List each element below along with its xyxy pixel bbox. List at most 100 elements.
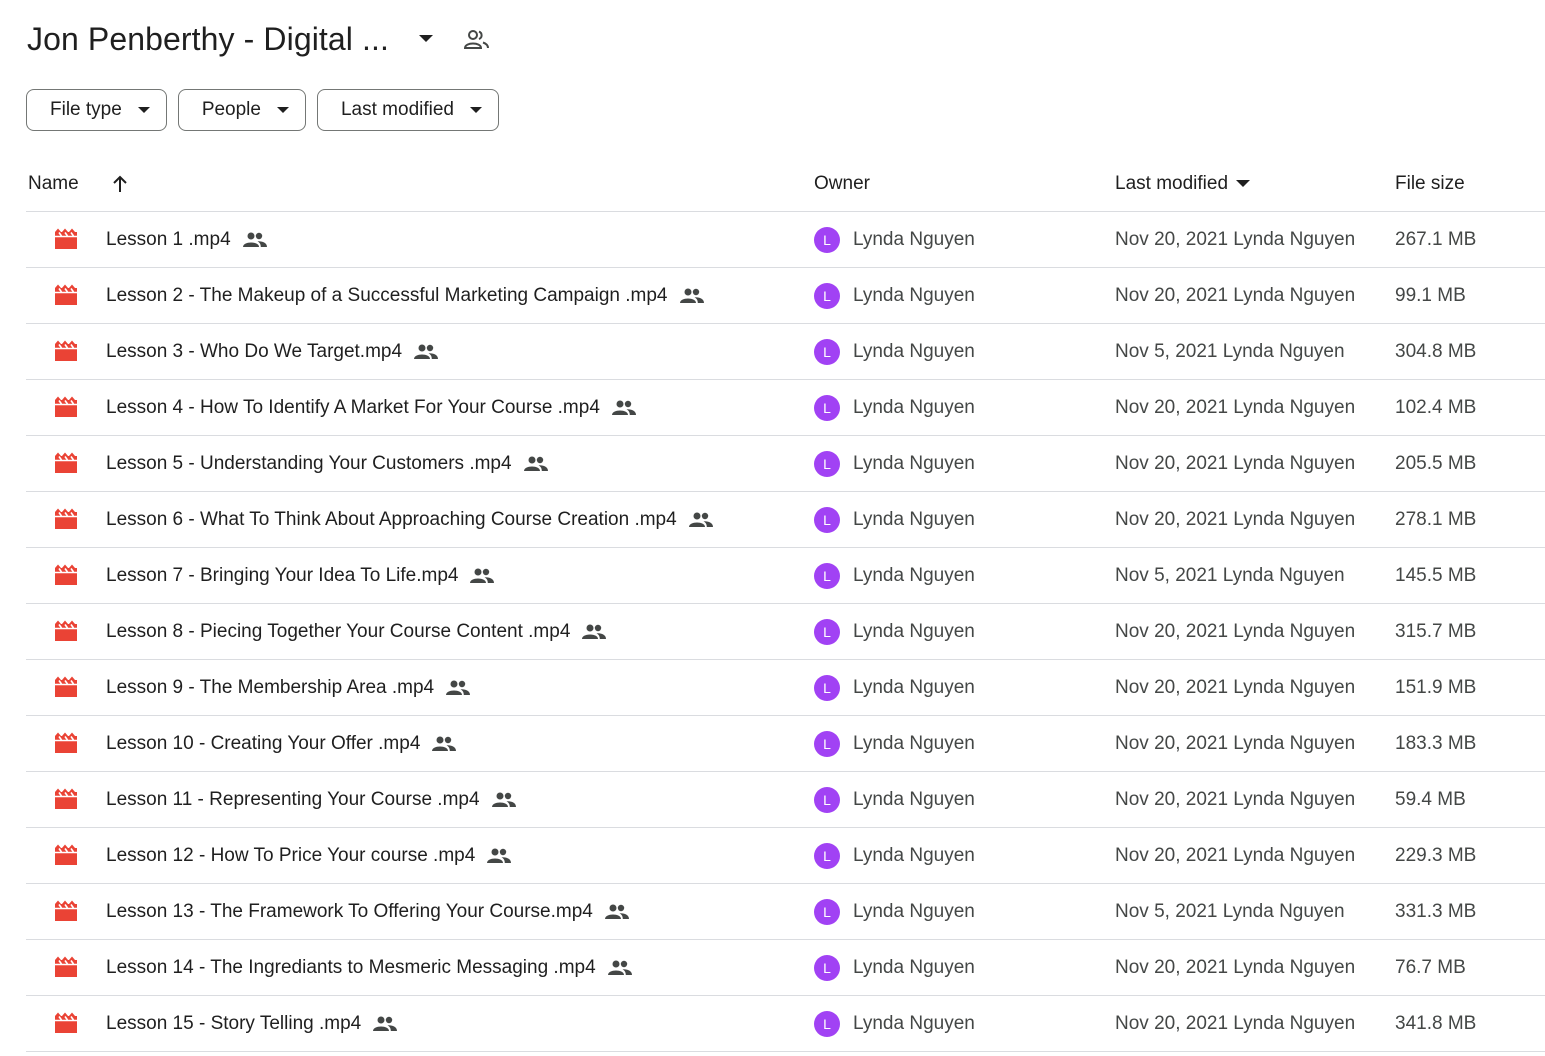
avatar[interactable]: L — [814, 506, 840, 533]
shared-people-icon — [688, 512, 713, 528]
column-header-owner[interactable]: Owner — [814, 156, 870, 211]
owner-name: Lynda Nguyen — [853, 396, 975, 418]
file-size-cell: 145.5 MB — [1395, 564, 1477, 586]
file-name: Lesson 11 - Representing Your Course .mp… — [106, 788, 480, 810]
file-size-cell: 76.7 MB — [1395, 956, 1466, 978]
file-name-cell[interactable]: Lesson 12 - How To Price Your course .mp… — [106, 828, 512, 883]
arrow-drop-down-icon[interactable] — [1236, 179, 1251, 188]
filter-bar: File type People Last modified — [26, 89, 499, 131]
filter-people[interactable]: People — [177, 89, 306, 131]
table-row[interactable]: Lesson 9 - The Membership Area .mp4 L Ly… — [26, 660, 1545, 716]
owner-cell: L Lynda Nguyen — [814, 716, 975, 771]
owner-name: Lynda Nguyen — [853, 508, 975, 530]
file-name-cell[interactable]: Lesson 10 - Creating Your Offer .mp4 — [106, 716, 457, 771]
file-name-cell[interactable]: Lesson 4 - How To Identify A Market For … — [106, 380, 636, 435]
file-name-cell[interactable]: Lesson 15 - Story Telling .mp4 — [106, 996, 398, 1051]
column-header-file-size[interactable]: File size — [1395, 156, 1465, 211]
file-size-cell: 205.5 MB — [1395, 452, 1477, 474]
column-header-last-modified[interactable]: Last modified — [1115, 156, 1251, 211]
last-modified-cell: Nov 20, 2021 Lynda Nguyen — [1115, 1012, 1356, 1034]
table-row[interactable]: Lesson 7 - Bringing Your Idea To Life.mp… — [26, 548, 1545, 604]
table-row[interactable]: Lesson 14 - The Ingrediants to Mesmeric … — [26, 940, 1545, 996]
avatar[interactable]: L — [814, 394, 840, 421]
owner-name: Lynda Nguyen — [853, 844, 975, 866]
avatar[interactable]: L — [814, 618, 840, 645]
last-modified-cell: Nov 5, 2021 Lynda Nguyen — [1115, 340, 1345, 362]
filter-label: Last modified — [340, 99, 454, 120]
arrow-drop-down-icon[interactable] — [411, 24, 441, 54]
file-name-cell[interactable]: Lesson 9 - The Membership Area .mp4 — [106, 660, 471, 715]
avatar[interactable]: L — [814, 786, 840, 813]
folder-title[interactable]: Jon Penberthy - Digital ... — [27, 21, 389, 58]
file-size-cell: 99.1 MB — [1395, 284, 1466, 306]
file-name-cell[interactable]: Lesson 8 - Piecing Together Your Course … — [106, 604, 607, 659]
table-row[interactable]: Lesson 1 .mp4 L Lynda Nguyen Nov 20, 202… — [26, 212, 1545, 268]
file-name: Lesson 6 - What To Think About Approachi… — [106, 508, 677, 530]
video-file-icon — [54, 1012, 78, 1034]
avatar[interactable]: L — [814, 898, 840, 925]
table-row[interactable]: Lesson 12 - How To Price Your course .mp… — [26, 828, 1545, 884]
owner-cell: L Lynda Nguyen — [814, 828, 975, 883]
avatar[interactable]: L — [814, 730, 840, 757]
table-row[interactable]: Lesson 15 - Story Telling .mp4 L Lynda N… — [26, 996, 1545, 1052]
shared-people-icon — [582, 624, 607, 640]
file-name-cell[interactable]: Lesson 3 - Who Do We Target.mp4 — [106, 324, 439, 379]
folder-header: Jon Penberthy - Digital ... — [27, 14, 495, 64]
avatar[interactable]: L — [814, 842, 840, 869]
owner-cell: L Lynda Nguyen — [814, 772, 975, 827]
file-name-cell[interactable]: Lesson 11 - Representing Your Course .mp… — [106, 772, 516, 827]
owner-name: Lynda Nguyen — [853, 732, 975, 754]
filter-file-type[interactable]: File type — [26, 89, 167, 131]
file-name-cell[interactable]: Lesson 13 - The Framework To Offering Yo… — [106, 884, 629, 939]
avatar[interactable]: L — [814, 562, 840, 589]
file-name-cell[interactable]: Lesson 7 - Bringing Your Idea To Life.mp… — [106, 548, 495, 603]
table-row[interactable]: Lesson 5 - Understanding Your Customers … — [26, 436, 1545, 492]
shared-folder-icon[interactable] — [459, 21, 495, 57]
table-row[interactable]: Lesson 10 - Creating Your Offer .mp4 L L… — [26, 716, 1545, 772]
column-header-name[interactable]: Name — [28, 156, 129, 211]
avatar[interactable]: L — [814, 954, 840, 981]
owner-cell: L Lynda Nguyen — [814, 604, 975, 659]
file-name-cell[interactable]: Lesson 14 - The Ingrediants to Mesmeric … — [106, 940, 632, 995]
file-size-cell: 267.1 MB — [1395, 228, 1477, 250]
file-size-cell: 229.3 MB — [1395, 844, 1477, 866]
table-row[interactable]: Lesson 4 - How To Identify A Market For … — [26, 380, 1545, 436]
owner-cell: L Lynda Nguyen — [814, 212, 975, 267]
file-name: Lesson 12 - How To Price Your course .mp… — [106, 844, 476, 866]
video-file-icon — [54, 508, 78, 530]
file-size-cell: 304.8 MB — [1395, 340, 1477, 362]
table-row[interactable]: Lesson 11 - Representing Your Course .mp… — [26, 772, 1545, 828]
owner-name: Lynda Nguyen — [853, 1012, 975, 1034]
avatar[interactable]: L — [814, 226, 840, 253]
arrow-upward-icon[interactable] — [111, 175, 129, 193]
filter-last-modified[interactable]: Last modified — [316, 89, 499, 131]
avatar[interactable]: L — [814, 338, 840, 365]
table-row[interactable]: Lesson 8 - Piecing Together Your Course … — [26, 604, 1545, 660]
video-file-icon — [54, 676, 78, 698]
avatar[interactable]: L — [814, 450, 840, 477]
file-name-cell[interactable]: Lesson 5 - Understanding Your Customers … — [106, 436, 548, 491]
file-name-cell[interactable]: Lesson 6 - What To Think About Approachi… — [106, 492, 713, 547]
last-modified-cell: Nov 20, 2021 Lynda Nguyen — [1115, 956, 1356, 978]
file-name-cell[interactable]: Lesson 2 - The Makeup of a Successful Ma… — [106, 268, 704, 323]
table-row[interactable]: Lesson 6 - What To Think About Approachi… — [26, 492, 1545, 548]
owner-cell: L Lynda Nguyen — [814, 660, 975, 715]
avatar[interactable]: L — [814, 674, 840, 701]
shared-people-icon — [470, 568, 495, 584]
owner-cell: L Lynda Nguyen — [814, 324, 975, 379]
owner-name: Lynda Nguyen — [853, 676, 975, 698]
table-row[interactable]: Lesson 2 - The Makeup of a Successful Ma… — [26, 268, 1545, 324]
file-name: Lesson 8 - Piecing Together Your Course … — [106, 620, 571, 642]
avatar[interactable]: L — [814, 1010, 840, 1037]
file-name-cell[interactable]: Lesson 1 .mp4 — [106, 212, 267, 267]
shared-people-icon — [491, 792, 516, 808]
owner-name: Lynda Nguyen — [853, 788, 975, 810]
table-row[interactable]: Lesson 3 - Who Do We Target.mp4 L Lynda … — [26, 324, 1545, 380]
shared-people-icon — [432, 736, 457, 752]
table-row[interactable]: Lesson 13 - The Framework To Offering Yo… — [26, 884, 1545, 940]
file-size-cell: 183.3 MB — [1395, 732, 1477, 754]
avatar[interactable]: L — [814, 282, 840, 309]
shared-people-icon — [414, 344, 439, 360]
owner-cell: L Lynda Nguyen — [814, 996, 975, 1051]
owner-cell: L Lynda Nguyen — [814, 436, 975, 491]
